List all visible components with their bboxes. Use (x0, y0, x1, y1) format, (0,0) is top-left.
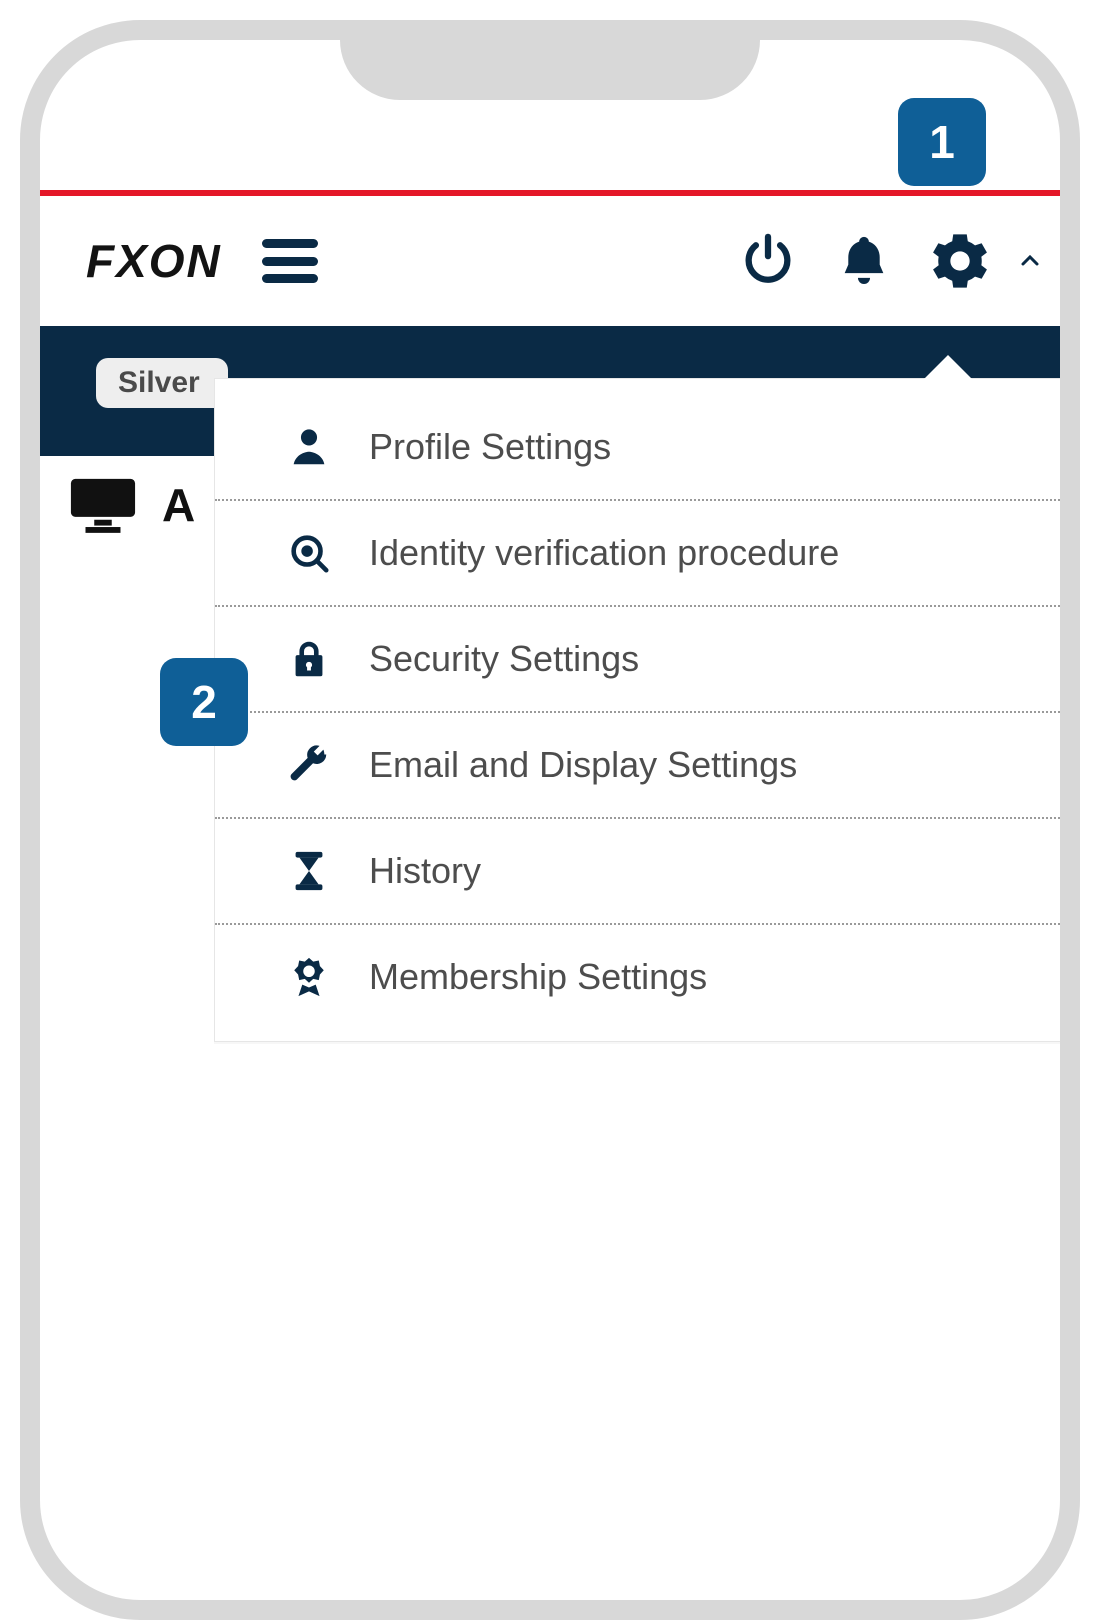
header-actions (738, 231, 1044, 291)
verify-icon (285, 529, 333, 577)
hamburger-bar-icon (262, 274, 318, 283)
section-letter: A (162, 478, 196, 532)
step-number: 1 (929, 115, 955, 169)
menu-item-label: Membership Settings (369, 956, 707, 998)
award-icon (285, 953, 333, 1001)
brand-logo[interactable]: FXON (68, 234, 222, 288)
wrench-icon (285, 741, 333, 789)
hamburger-bar-icon (262, 257, 318, 266)
chevron-up-icon (1018, 249, 1042, 273)
menu-item-profile[interactable]: Profile Settings (215, 395, 1060, 501)
phone-notch (340, 40, 760, 100)
settings-dropdown: Profile Settings Identity verification p… (214, 378, 1060, 1042)
menu-item-label: Email and Display Settings (369, 744, 797, 786)
monitor-icon (68, 476, 138, 534)
tier-label: Silver (118, 366, 200, 399)
settings-button[interactable] (930, 231, 990, 291)
mockup-stage: FXON (0, 0, 1100, 1200)
step-badge-2: 2 (160, 658, 248, 746)
settings-caret[interactable] (1016, 247, 1044, 275)
step-number: 2 (191, 675, 217, 729)
hamburger-menu-button[interactable] (262, 239, 318, 283)
menu-item-membership[interactable]: Membership Settings (215, 925, 1060, 1029)
menu-item-label: Identity verification procedure (369, 532, 839, 574)
power-icon (739, 232, 797, 290)
menu-item-label: Security Settings (369, 638, 639, 680)
step-badge-1: 1 (898, 98, 986, 186)
menu-item-label: History (369, 850, 481, 892)
notifications-button[interactable] (834, 231, 894, 291)
menu-item-identity[interactable]: Identity verification procedure (215, 501, 1060, 607)
user-icon (285, 423, 333, 471)
phone-frame: FXON (20, 20, 1080, 1620)
gear-icon (931, 232, 989, 290)
hourglass-icon (285, 847, 333, 895)
menu-item-label: Profile Settings (369, 426, 611, 468)
power-button[interactable] (738, 231, 798, 291)
lock-icon (285, 635, 333, 683)
tier-chip[interactable]: Silver (96, 358, 228, 408)
bell-icon (835, 232, 893, 290)
app-header: FXON (40, 196, 1060, 326)
brand-name: FXON (86, 234, 222, 288)
menu-item-email-display[interactable]: Email and Display Settings (215, 713, 1060, 819)
hamburger-bar-icon (262, 239, 318, 248)
menu-item-history[interactable]: History (215, 819, 1060, 925)
menu-item-security[interactable]: Security Settings (215, 607, 1060, 713)
